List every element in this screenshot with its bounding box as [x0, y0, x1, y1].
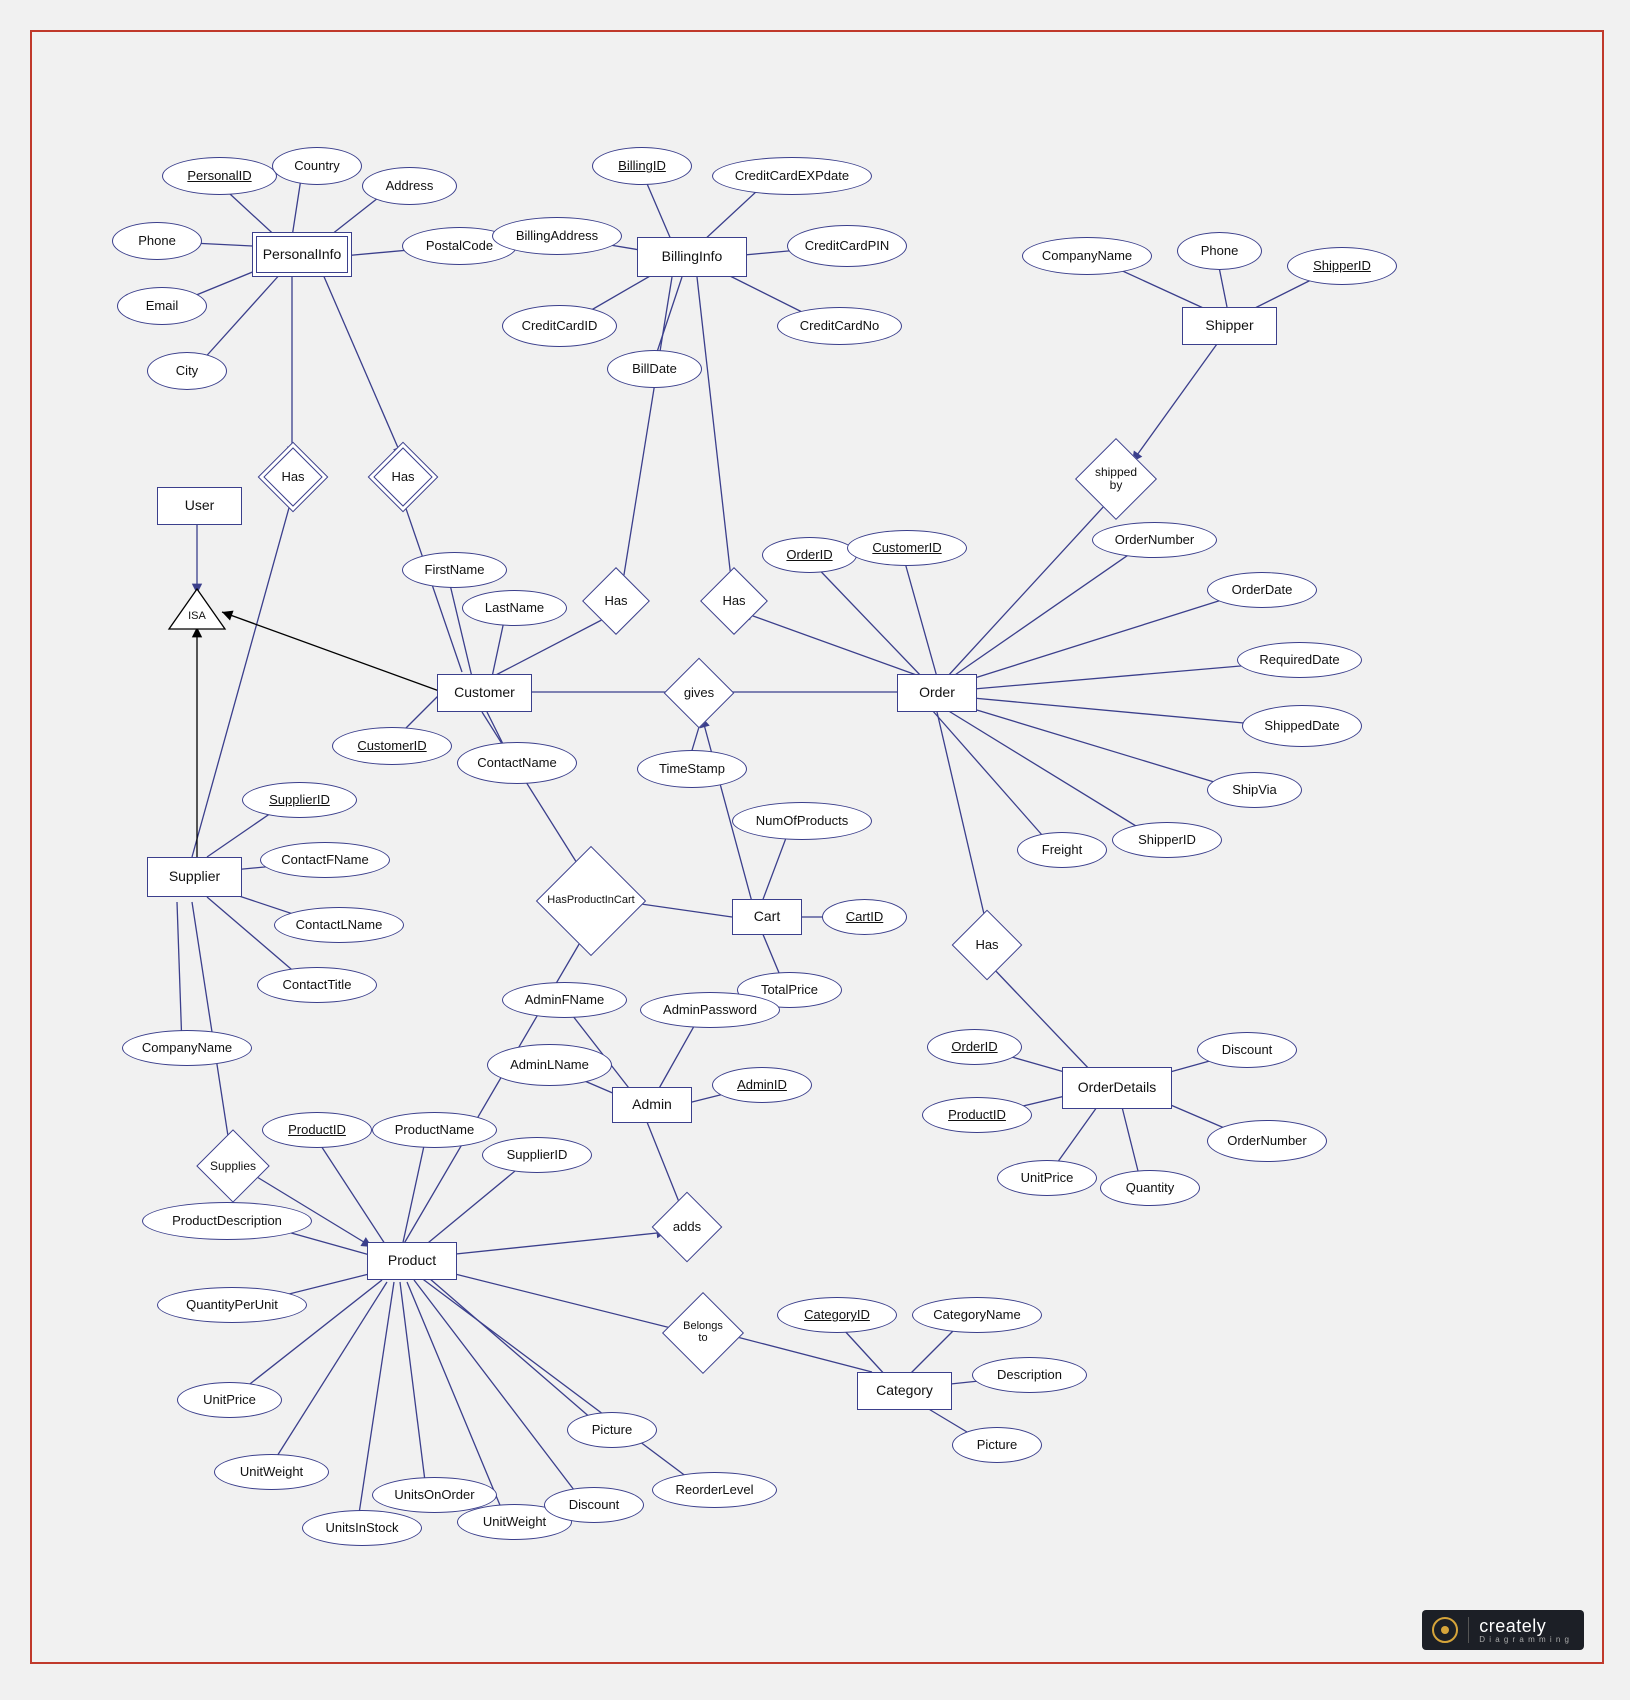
- attr-od-num: OrderNumber: [1207, 1120, 1327, 1162]
- rel-has-bill-order[interactable]: Has: [710, 577, 758, 625]
- attr-supp-co: CompanyName: [122, 1030, 252, 1066]
- attr-cat-desc: Description: [972, 1357, 1087, 1393]
- attr-city: City: [147, 352, 227, 390]
- attr-cust-cn: ContactName: [457, 742, 577, 784]
- entity-personalinfo[interactable]: PersonalInfo: [252, 232, 352, 277]
- attr-prod-disc: Discount: [544, 1487, 644, 1523]
- attr-billingid: BillingID: [592, 147, 692, 185]
- attr-admin-id: AdminID: [712, 1067, 812, 1103]
- attr-cat-pic: Picture: [952, 1427, 1042, 1463]
- attr-ord-fr: Freight: [1017, 832, 1107, 868]
- attr-supp-title: ContactTitle: [257, 967, 377, 1003]
- attr-prod-stk: UnitsInStock: [302, 1510, 422, 1546]
- attr-supp-cfn: ContactFName: [260, 842, 390, 878]
- rel-shippedby[interactable]: shipped by: [1087, 450, 1145, 508]
- attr-address: Address: [362, 167, 457, 205]
- attr-ccid: CreditCardID: [502, 305, 617, 347]
- attr-prod-supp: SupplierID: [482, 1137, 592, 1173]
- attr-ord-req: RequiredDate: [1237, 642, 1362, 678]
- attr-sh-id: ShipperID: [1287, 247, 1397, 285]
- attr-admin-fn: AdminFName: [502, 982, 627, 1018]
- diagram-canvas: PersonalInfo PersonalID Country Address …: [30, 30, 1604, 1664]
- attr-cat-name: CategoryName: [912, 1297, 1042, 1333]
- attr-cust-fn: FirstName: [402, 552, 507, 588]
- entity-orderdetails[interactable]: OrderDetails: [1062, 1067, 1172, 1109]
- attr-cust-id: CustomerID: [332, 727, 452, 765]
- entity-category[interactable]: Category: [857, 1372, 952, 1410]
- attr-prod-reo: ReorderLevel: [652, 1472, 777, 1508]
- attr-prod-up: UnitPrice: [177, 1382, 282, 1418]
- attr-ord-id: OrderID: [762, 537, 857, 573]
- attr-od-oid: OrderID: [927, 1029, 1022, 1065]
- entity-customer[interactable]: Customer: [437, 674, 532, 712]
- attr-ccno: CreditCardNo: [777, 307, 902, 345]
- attr-prod-desc: ProductDescription: [142, 1202, 312, 1240]
- attr-timestamp: TimeStamp: [637, 750, 747, 788]
- logo-brand: creately: [1479, 1616, 1570, 1637]
- attr-cat-id: CategoryID: [777, 1297, 897, 1333]
- attr-personalid: PersonalID: [162, 157, 277, 195]
- rel-has-orderdetails[interactable]: Has: [962, 920, 1012, 970]
- attr-ord-date: OrderDate: [1207, 572, 1317, 608]
- entity-supplier[interactable]: Supplier: [147, 857, 242, 897]
- attr-od-qty: Quantity: [1100, 1170, 1200, 1206]
- rel-has-personal-supplier[interactable]: Has: [268, 452, 318, 502]
- attr-prod-id: ProductID: [262, 1112, 372, 1148]
- attr-ord-ship: ShippedDate: [1242, 705, 1362, 747]
- attr-country: Country: [272, 147, 362, 185]
- attr-cart-num: NumOfProducts: [732, 802, 872, 840]
- attr-billdate: BillDate: [607, 350, 702, 388]
- attr-ord-cust: CustomerID: [847, 530, 967, 566]
- bulb-icon: [1432, 1617, 1458, 1643]
- attr-od-pid: ProductID: [922, 1097, 1032, 1133]
- entity-admin[interactable]: Admin: [612, 1087, 692, 1123]
- entity-user[interactable]: User: [157, 487, 242, 525]
- attr-ord-shid: ShipperID: [1112, 822, 1222, 858]
- attr-sh-phone: Phone: [1177, 232, 1262, 270]
- rel-hasprodcart[interactable]: HasProductInCart: [552, 862, 630, 940]
- attr-od-up: UnitPrice: [997, 1160, 1097, 1196]
- logo-tagline: D i a g r a m m i n g: [1479, 1635, 1570, 1644]
- attr-od-disc: Discount: [1197, 1032, 1297, 1068]
- rel-has-bill-customer[interactable]: Has: [592, 577, 640, 625]
- attr-sh-company: CompanyName: [1022, 237, 1152, 275]
- attr-supp-cln: ContactLName: [274, 907, 404, 943]
- rel-supplies[interactable]: Supplies: [207, 1140, 259, 1192]
- attr-email: Email: [117, 287, 207, 325]
- entity-billinginfo[interactable]: BillingInfo: [637, 237, 747, 277]
- attr-ccpin: CreditCardPIN: [787, 225, 907, 267]
- attr-ccexp: CreditCardEXPdate: [712, 157, 872, 195]
- rel-belongsto[interactable]: Belongs to: [674, 1304, 732, 1362]
- attr-phone: Phone: [112, 222, 202, 260]
- attr-prod-uw1: UnitWeight: [214, 1454, 329, 1490]
- attr-admin-pw: AdminPassword: [640, 992, 780, 1028]
- page-frame: PersonalInfo PersonalID Country Address …: [0, 0, 1630, 1700]
- attr-billaddr: BillingAddress: [492, 217, 622, 255]
- rel-has-personal-customer[interactable]: Has: [378, 452, 428, 502]
- attr-cust-ln: LastName: [462, 590, 567, 626]
- attr-cart-id: CartID: [822, 899, 907, 935]
- entity-cart[interactable]: Cart: [732, 899, 802, 935]
- attr-ord-num: OrderNumber: [1092, 522, 1217, 558]
- entity-product[interactable]: Product: [367, 1242, 457, 1280]
- attr-ord-via: ShipVia: [1207, 772, 1302, 808]
- rel-gives[interactable]: gives: [674, 668, 724, 718]
- attr-prod-qpu: QuantityPerUnit: [157, 1287, 307, 1323]
- attr-prod-pic: Picture: [567, 1412, 657, 1448]
- creately-logo: creately D i a g r a m m i n g: [1422, 1610, 1584, 1650]
- attr-prod-name: ProductName: [372, 1112, 497, 1148]
- attr-supp-id: SupplierID: [242, 782, 357, 818]
- isa-triangle[interactable]: ISA: [167, 587, 227, 632]
- attr-admin-ln: AdminLName: [487, 1044, 612, 1086]
- rel-adds[interactable]: adds: [662, 1202, 712, 1252]
- entity-shipper[interactable]: Shipper: [1182, 307, 1277, 345]
- entity-order[interactable]: Order: [897, 674, 977, 712]
